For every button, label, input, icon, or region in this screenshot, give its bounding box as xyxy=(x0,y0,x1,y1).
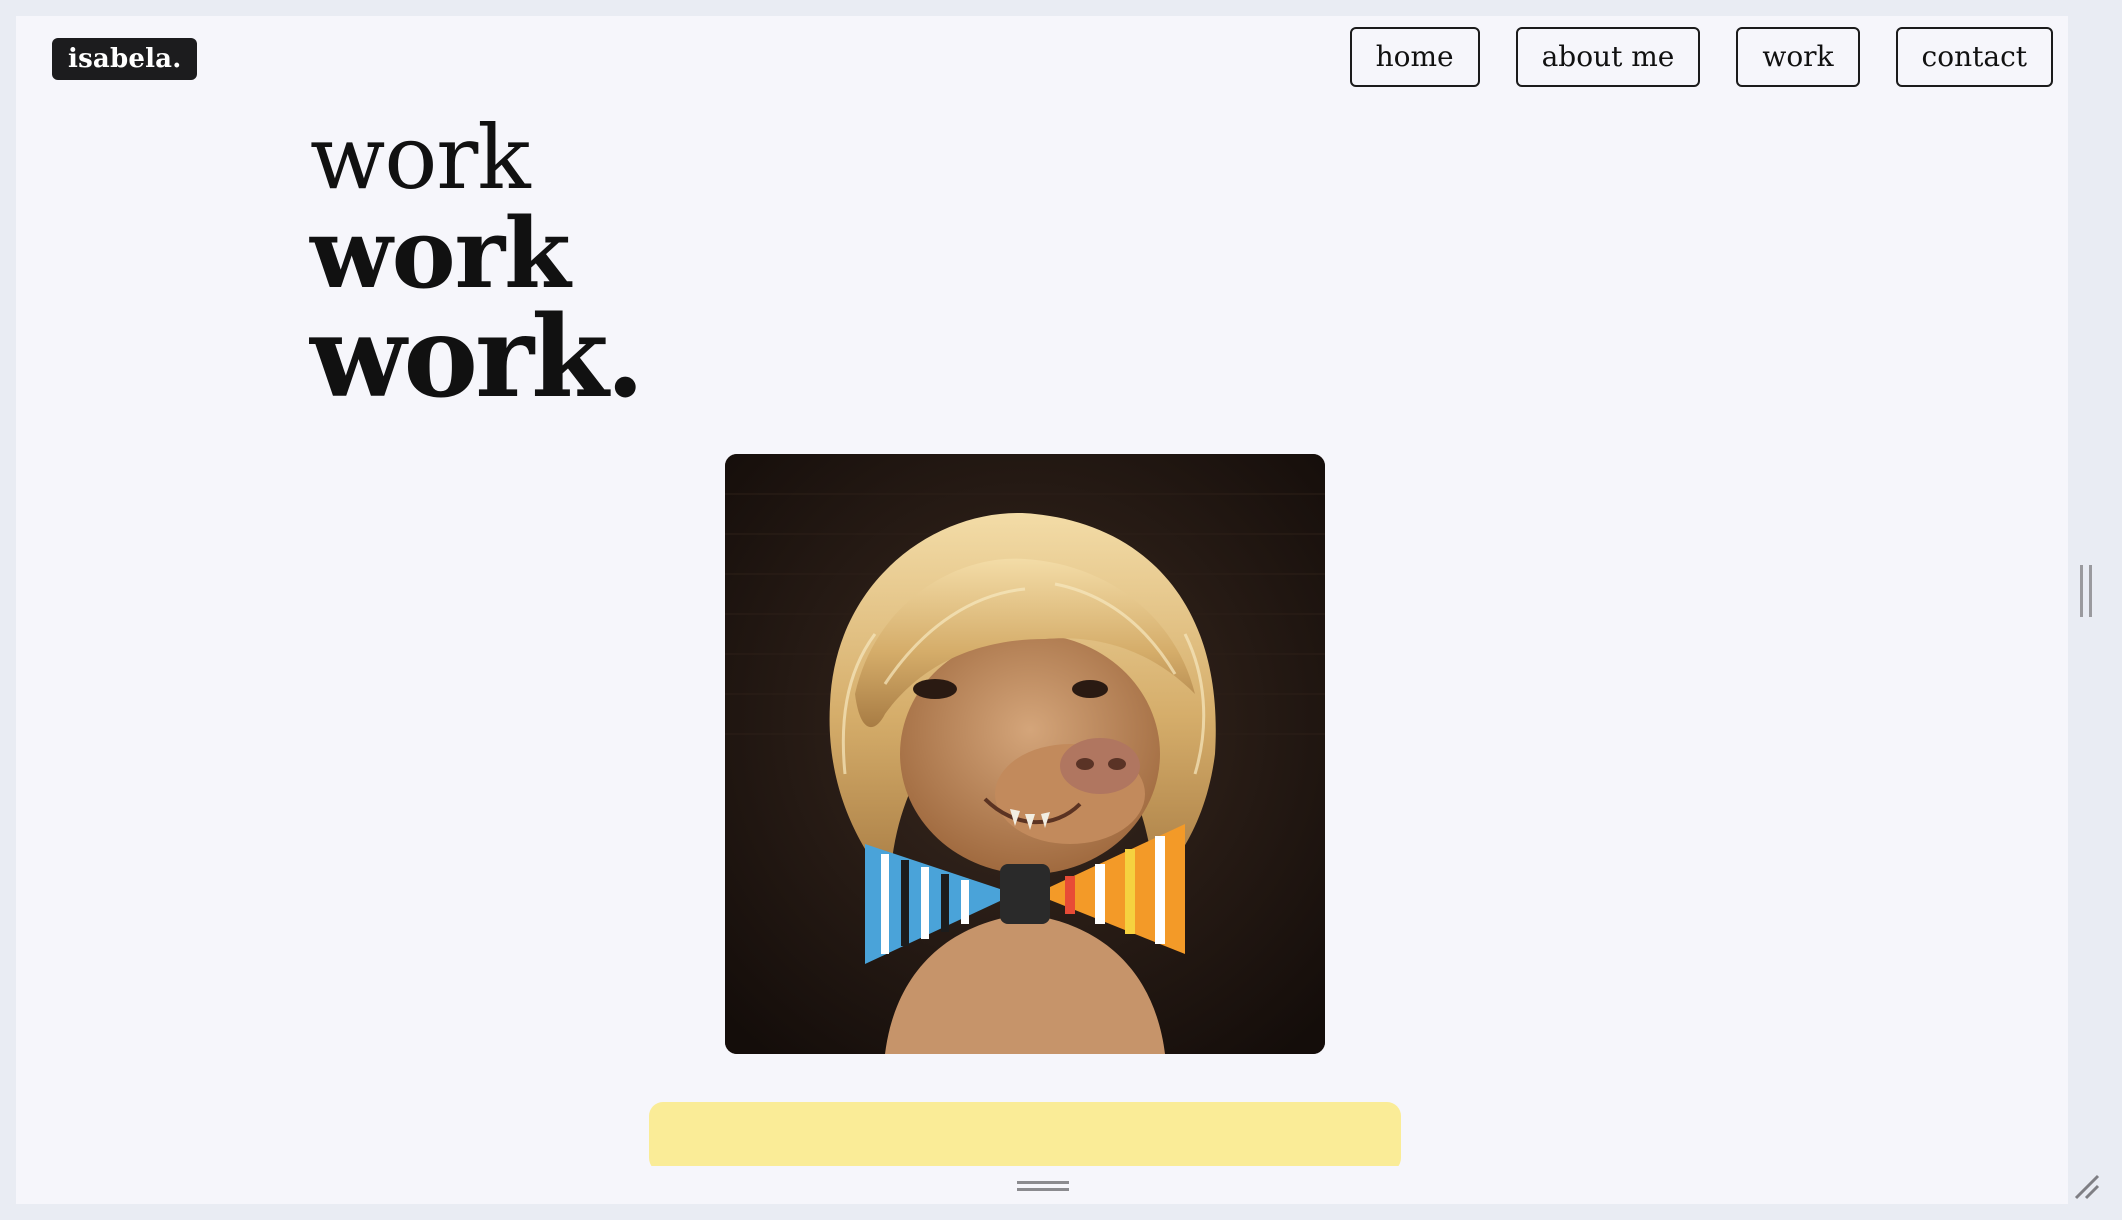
side-drag-handle-icon[interactable] xyxy=(2080,565,2092,617)
nav-work-button[interactable]: work xyxy=(1736,27,1860,87)
bottom-drag-handle-icon[interactable] xyxy=(1017,1181,1069,1191)
main-nav: home about me work contact xyxy=(1349,27,2053,87)
nav-about-me-button[interactable]: about me xyxy=(1515,27,1701,87)
dog-in-wig-with-bowtie-image xyxy=(725,454,1325,1054)
resize-grip-icon[interactable] xyxy=(2072,1172,2102,1202)
nav-home-button[interactable]: home xyxy=(1349,27,1480,87)
site-logo[interactable]: isabela. xyxy=(52,38,198,80)
bottom-panel-bar xyxy=(16,1166,2068,1204)
title-line-2: work xyxy=(310,197,571,310)
project-card[interactable] xyxy=(649,1102,1401,1172)
nav-contact-button[interactable]: contact xyxy=(1895,27,2053,87)
page-title: work work work. xyxy=(310,106,645,423)
title-line-1: work xyxy=(310,106,531,209)
title-line-3: work. xyxy=(310,292,645,423)
